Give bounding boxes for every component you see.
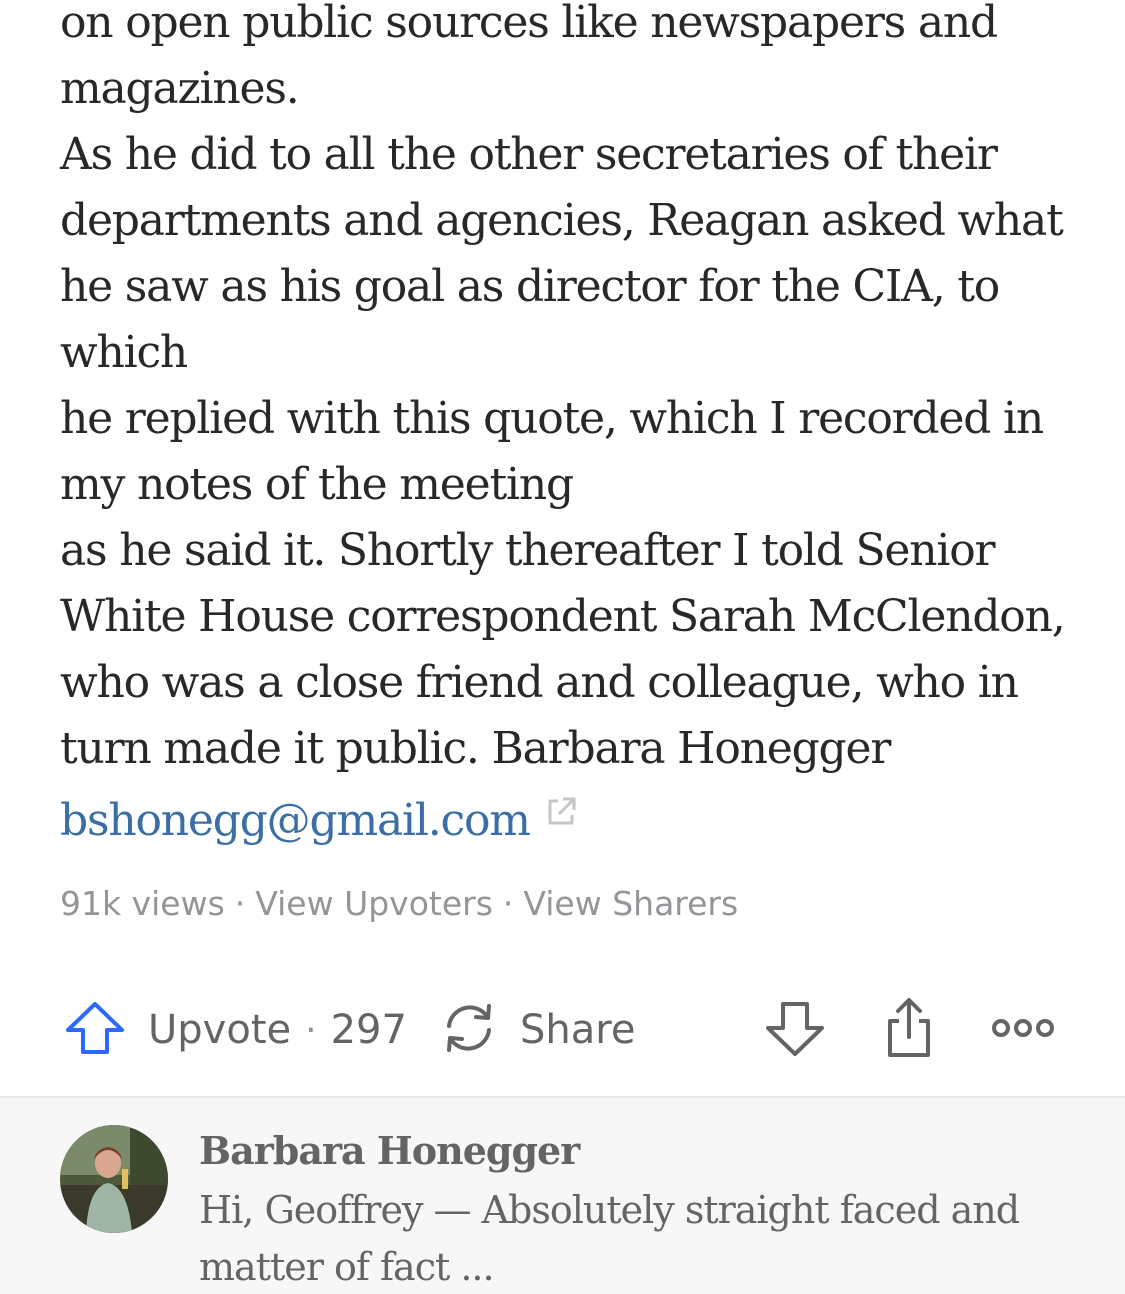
avatar[interactable] [60,1125,168,1233]
downvote-button[interactable] [764,995,826,1065]
answer-line: who was a close friend and colleague, wh… [60,657,1019,708]
upvote-label: Upvote [148,1007,292,1053]
email-link[interactable]: bshonegg@gmail.com [60,795,531,846]
upvote-button[interactable]: Upvote · 297 [64,995,407,1065]
answer-line: departments and agencies, Reagan asked w… [60,195,1064,246]
comment-text-line: matter of fact ... [199,1245,495,1289]
comment-text-line: Hi, Geoffrey — Absolutely straight faced… [199,1188,1020,1232]
view-upvoters-link[interactable]: View Upvoters [255,884,493,923]
upvote-separator: · [305,1009,317,1051]
share-label: Share [520,1007,636,1053]
answer-line: on open public sources like newspapers a… [60,0,998,48]
comment-text: Hi, Geoffrey — Absolutely straight faced… [199,1182,1099,1294]
answer-line: he saw as his goal as director for the C… [60,261,1000,312]
answer-line: which [60,327,188,378]
upvote-arrow-icon [64,1000,126,1060]
view-count: 91k views [60,884,225,923]
meta-separator: · [234,884,246,923]
answer-line: As he did to all the other secretaries o… [60,129,998,180]
comment-author[interactable]: Barbara Honegger [199,1128,580,1173]
answer-page: on open public sources like newspapers a… [0,0,1125,1294]
more-dots-icon [990,1013,1056,1047]
action-bar: Upvote · 297 Share [0,995,1125,1065]
view-sharers-link[interactable]: View Sharers [523,884,738,923]
answer-meta: 91k views · View Upvoters · View Sharers [60,884,738,923]
answer-line: White House correspondent Sarah McClendo… [60,591,1066,642]
share-button[interactable]: Share [438,995,635,1065]
answer-line: magazines. [60,63,300,114]
share-out-icon [885,997,933,1063]
email-line: bshonegg@gmail.com [60,782,1070,854]
downvote-arrow-icon [764,998,826,1062]
answer-line: as he said it. Shortly thereafter I told… [60,525,996,576]
answer-line: turn made it public. Barbara Honegger [60,723,891,774]
share-cycle-icon [438,997,500,1063]
external-link-icon [544,782,578,825]
answer-line: he replied with this quote, which I reco… [60,393,1044,444]
more-options-button[interactable] [990,995,1056,1065]
meta-separator: · [502,884,514,923]
comment-preview[interactable]: Barbara Honegger Hi, Geoffrey — Absolute… [0,1098,1125,1294]
answer-line: my notes of the meeting [60,459,574,510]
upvote-count: 297 [330,1007,407,1053]
answer-body: on open public sources like newspapers a… [60,0,1070,854]
share-external-button[interactable] [885,995,933,1065]
